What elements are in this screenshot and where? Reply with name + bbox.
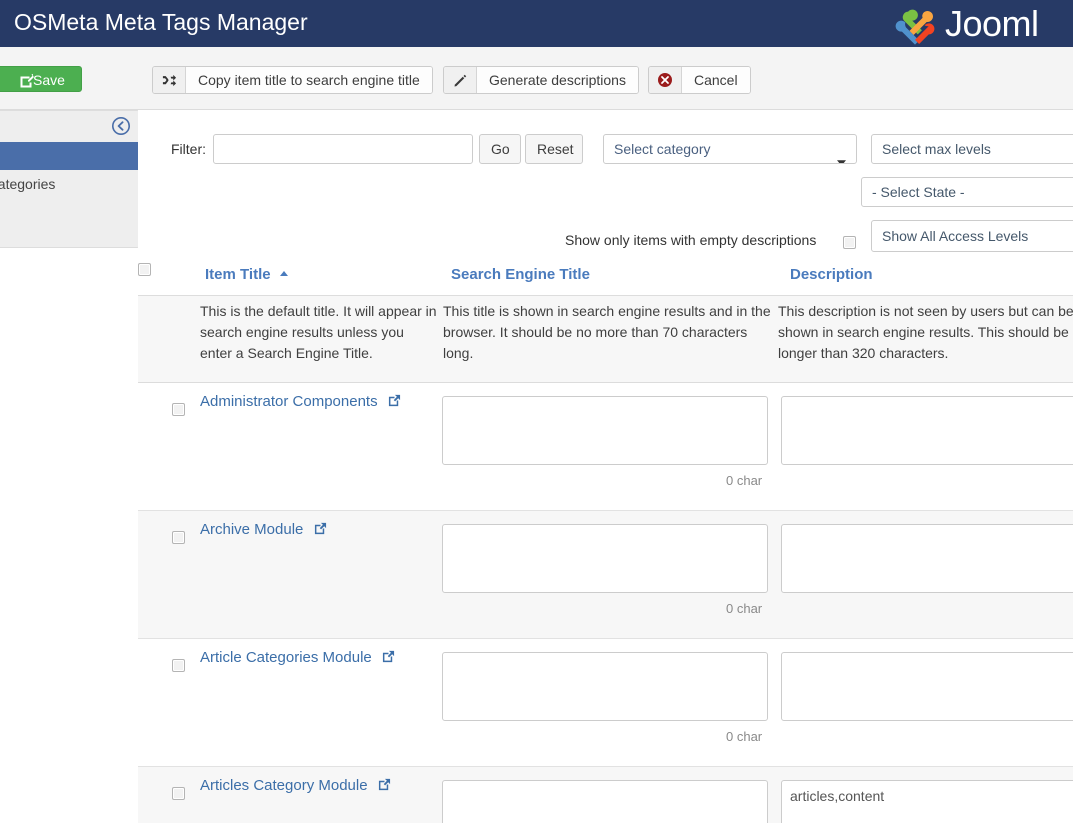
external-link-icon[interactable] [314, 522, 327, 539]
save-button[interactable]: Save [0, 66, 82, 92]
filter-label: Filter: [171, 141, 206, 157]
select-all-checkbox[interactable] [138, 262, 151, 276]
category-select-label: Select category [614, 141, 711, 157]
table-help-row: This is the default title. It will appea… [138, 296, 1073, 383]
go-button[interactable]: Go [479, 134, 521, 164]
access-levels-select-label: Show All Access Levels [882, 228, 1029, 244]
table-row: Archive Module 0 char 0 [138, 511, 1073, 639]
external-link-icon[interactable] [382, 650, 395, 667]
row-item-title-label: Articles Category Module [200, 777, 368, 794]
joomla-logo-icon [893, 2, 937, 46]
description-input[interactable] [781, 652, 1073, 721]
cancel-circle-icon [649, 67, 682, 93]
description-input[interactable] [781, 780, 1073, 823]
column-header-description[interactable]: Description [790, 266, 873, 283]
sidebar: es es Categories [0, 110, 140, 248]
search-engine-title-input[interactable] [442, 652, 768, 721]
search-engine-title-input[interactable] [442, 396, 768, 465]
help-text-search-engine-title: This title is shown in search engine res… [443, 303, 771, 361]
row-checkbox[interactable] [172, 787, 185, 800]
generate-descriptions-label: Generate descriptions [477, 67, 638, 93]
row-item-title[interactable]: Administrator Components [200, 393, 401, 411]
row-item-title[interactable]: Article Categories Module [200, 649, 395, 667]
joomla-brand: Jooml [893, 0, 1039, 47]
cancel-button[interactable]: Cancel [648, 66, 751, 94]
empty-descriptions-checkbox[interactable] [843, 236, 856, 249]
row-item-title[interactable]: Archive Module [200, 521, 327, 539]
help-text-description: This description is not seen by users bu… [778, 303, 1073, 361]
save-button-label: Save [33, 72, 65, 88]
description-input[interactable] [781, 524, 1073, 593]
search-engine-title-char-count: 0 char [726, 729, 763, 744]
shuffle-icon [153, 67, 186, 93]
arrow-circle-left-icon[interactable] [111, 116, 131, 136]
column-header-search-engine-title[interactable]: Search Engine Title [451, 266, 590, 283]
filter-bar: Filter: Go Reset Select category Select … [138, 110, 1073, 260]
edit-square-icon [19, 71, 35, 97]
help-text-item-title: This is the default title. It will appea… [200, 303, 437, 361]
table-row: Articles Category Module [138, 767, 1073, 823]
row-item-title[interactable]: Articles Category Module [200, 777, 391, 795]
main-content: Filter: Go Reset Select category Select … [138, 110, 1073, 823]
search-engine-title-char-count: 0 char [726, 601, 763, 616]
row-item-title-label: Archive Module [200, 521, 304, 538]
max-levels-select-label: Select max levels [882, 141, 991, 157]
sidebar-item-label: es Categories [0, 176, 56, 192]
sort-ascending-icon [279, 271, 288, 276]
row-checkbox[interactable] [172, 659, 185, 672]
cancel-label: Cancel [682, 67, 750, 93]
sidebar-item-articles[interactable]: es [0, 142, 139, 170]
items-table: Item Title Search Engine Title Descripti… [138, 260, 1073, 823]
search-engine-title-char-count: 0 char [726, 473, 763, 488]
search-engine-title-input[interactable] [442, 780, 768, 823]
sidebar-item-articles-categories[interactable]: es Categories [0, 170, 139, 198]
table-header-row: Item Title Search Engine Title Descripti… [138, 260, 1073, 296]
filter-input[interactable] [213, 134, 473, 164]
pencil-icon [444, 67, 477, 93]
generate-descriptions-button[interactable]: Generate descriptions [443, 66, 639, 94]
row-item-title-label: Administrator Components [200, 393, 378, 410]
state-select-label: - Select State - [872, 184, 965, 200]
brand-wordmark: Jooml [945, 2, 1039, 44]
column-header-item-title[interactable]: Item Title [205, 266, 288, 283]
description-input[interactable] [781, 396, 1073, 465]
row-checkbox[interactable] [172, 531, 185, 544]
state-select[interactable]: - Select State - [861, 177, 1073, 207]
max-levels-select[interactable]: Select max levels [871, 134, 1073, 164]
table-row: Administrator Components 0 char 0 [138, 383, 1073, 511]
row-checkbox[interactable] [172, 403, 185, 416]
copy-item-title-label: Copy item title to search engine title [186, 67, 432, 93]
table-row: Article Categories Module 0 char 0 [138, 639, 1073, 767]
reset-button[interactable]: Reset [525, 134, 583, 164]
column-header-item-title-label: Item Title [205, 266, 271, 283]
page-title: OSMeta Meta Tags Manager [14, 9, 308, 35]
chevron-down-icon [837, 147, 846, 163]
search-engine-title-input[interactable] [442, 524, 768, 593]
copy-item-title-button[interactable]: Copy item title to search engine title [152, 66, 433, 94]
access-levels-select[interactable]: Show All Access Levels [871, 220, 1073, 252]
sidebar-header [0, 111, 139, 142]
category-select[interactable]: Select category [603, 134, 857, 164]
external-link-icon[interactable] [388, 394, 401, 411]
app-header: OSMeta Meta Tags Manager Jooml [0, 0, 1073, 47]
row-item-title-label: Article Categories Module [200, 649, 372, 666]
external-link-icon[interactable] [378, 778, 391, 795]
toolbar: Save Copy item title to search engine ti… [0, 47, 1073, 110]
empty-descriptions-label: Show only items with empty descriptions [565, 232, 817, 248]
